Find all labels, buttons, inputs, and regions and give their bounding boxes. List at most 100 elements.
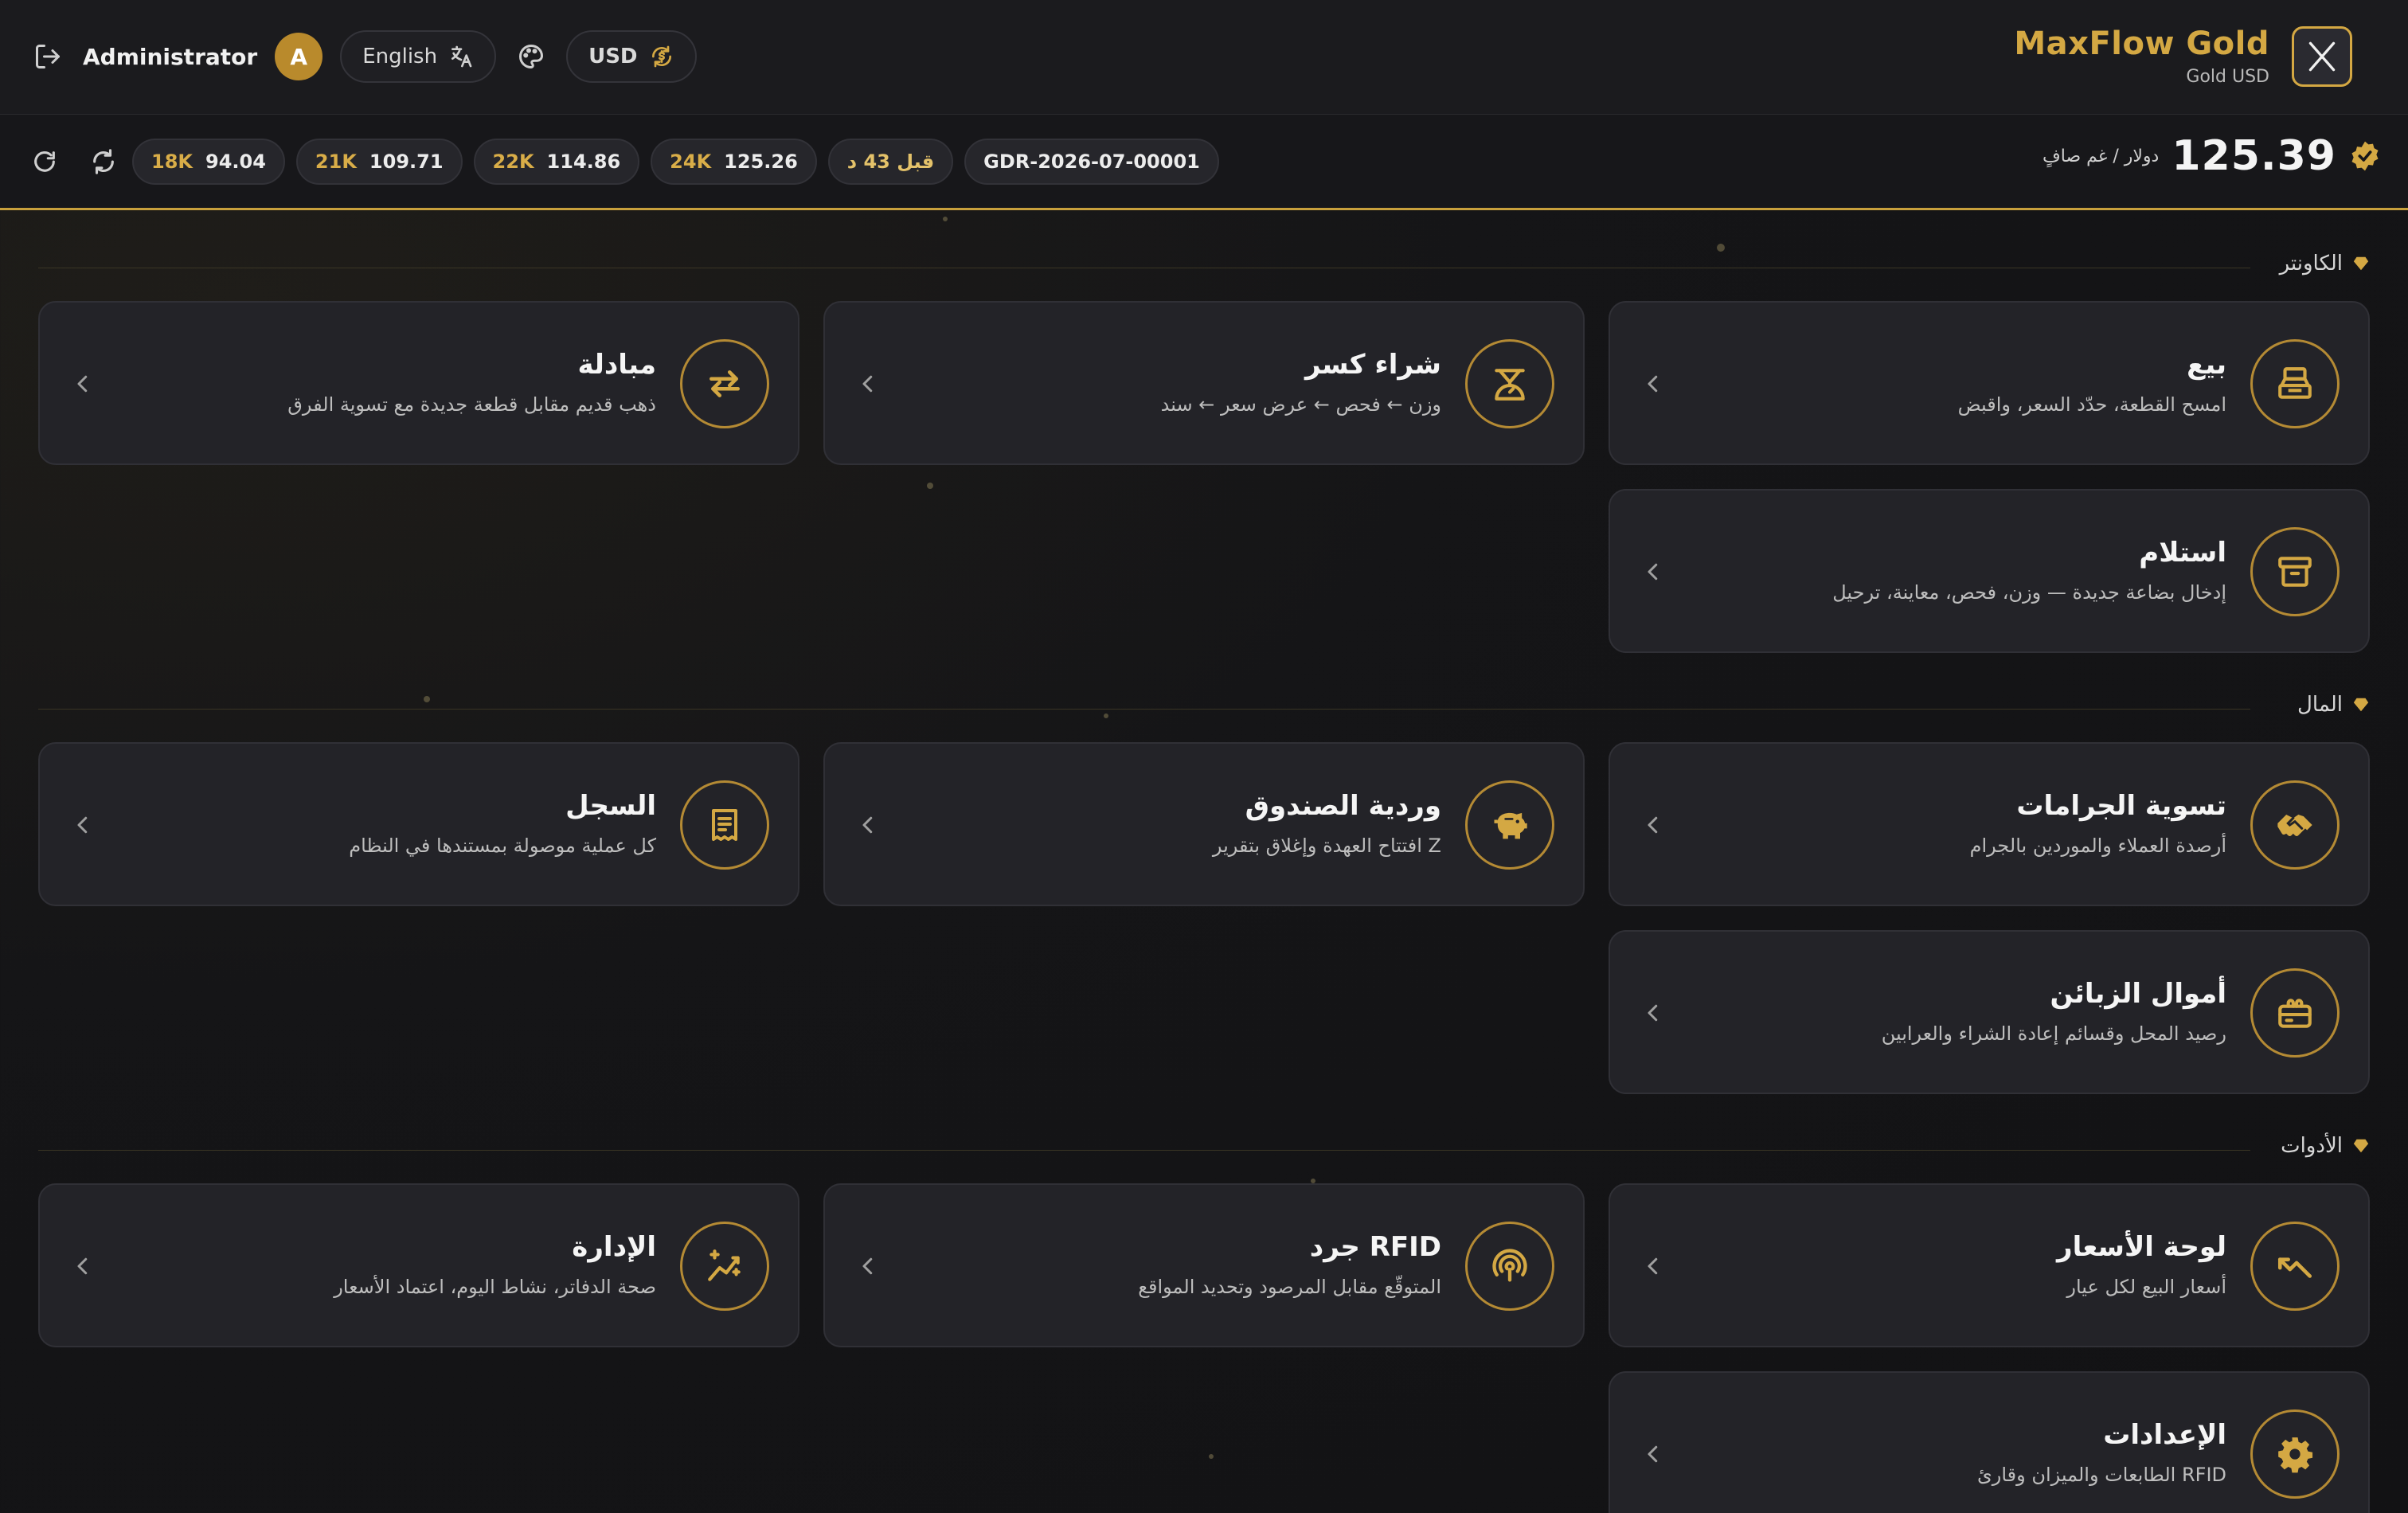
decorative-particle <box>1209 1454 1214 1459</box>
card-subtitle: أرصدة العملاء والموردين بالجرام <box>1969 835 2226 857</box>
refresh-button[interactable] <box>27 144 62 179</box>
rfid-signal-icon <box>1492 1249 1527 1282</box>
price-chips: 18K 94.04 21K 109.71 22K 114.86 24K 125.26 ق… <box>27 139 1219 185</box>
karat-chip-24k[interactable]: 24K 125.26 <box>651 139 817 185</box>
card-subtitle: ذهب قديم مقابل قطعة جديدة مع تسوية الفرق <box>287 393 656 416</box>
currency-label: USD <box>588 45 638 68</box>
card-settings[interactable]: الإعدادات الطابعات والميزان وقارئ RFID <box>1609 1371 2370 1513</box>
user-name: Administrator <box>83 43 258 70</box>
trend-icon <box>2277 1257 2312 1278</box>
decorative-particle <box>1717 244 1725 252</box>
card-title: بيع <box>2187 349 2226 381</box>
price-bar: 18K 94.04 21K 109.71 22K 114.86 24K 125.26 ق… <box>0 115 2408 210</box>
rate-id: GDR-2026-07-00001 <box>983 151 1200 173</box>
card-subtitle: الطابعات والميزان وقارئ RFID <box>1976 1464 2226 1486</box>
card-title: الإدارة <box>572 1231 656 1263</box>
karat-chip-22k[interactable]: 22K 114.86 <box>473 139 640 185</box>
karat-label: 24K <box>670 151 712 173</box>
card-cash-shift[interactable]: وردية الصندوق افتتاح العهدة وإغلاق بتقري… <box>823 742 1585 906</box>
karat-label: 22K <box>492 151 534 173</box>
rate-id-chip[interactable]: GDR-2026-07-00001 <box>964 139 1219 185</box>
chevron-left-icon <box>1648 563 1658 581</box>
gem-icon <box>2353 256 2369 271</box>
card-sell[interactable]: بيع امسح القطعة، حدّد السعر، واقبض <box>1609 301 2370 465</box>
card-title: مبادلة <box>577 349 656 381</box>
chevron-left-icon <box>1648 375 1658 393</box>
card-buy-scrap[interactable]: شراء كسر وزن ← فحص ← عرض سعر ← سند <box>823 301 1585 465</box>
chevron-left-icon <box>77 375 88 393</box>
karat-price: 114.86 <box>546 151 621 173</box>
card-title: أموال الزبائن <box>2050 978 2226 1010</box>
section-title: الأدوات <box>2281 1134 2343 1158</box>
x-logo-icon <box>2308 41 2336 71</box>
currency-button[interactable]: USD <box>566 30 697 83</box>
main-price: دولار / غم صافٍ 125.39 <box>2042 132 2381 180</box>
karat-chip-21k[interactable]: 21K 109.71 <box>295 139 463 185</box>
verified-badge-icon <box>2351 141 2379 171</box>
brand-logo[interactable] <box>2292 25 2352 87</box>
card-subtitle: وزن ← فحص ← عرض سعر ← سند <box>1160 393 1441 416</box>
karat-label: 18K <box>151 151 193 173</box>
updated-ago-chip: قبل 43 د <box>827 139 954 185</box>
chevron-left-icon <box>77 816 88 834</box>
card-title: جرد RFID <box>1309 1231 1441 1263</box>
piggy-bank-icon <box>1494 812 1527 839</box>
card-ledger[interactable]: السجل كل عملية موصولة بمستندها في النظام <box>38 742 799 906</box>
avatar[interactable]: A <box>275 33 323 80</box>
chevron-left-icon <box>862 375 873 393</box>
updated-ago: قبل 43 د <box>846 151 935 173</box>
card-grams-settlement[interactable]: تسوية الجرامات أرصدة العملاء والموردين ب… <box>1609 742 2370 906</box>
card-customer-funds[interactable]: أموال الزبائن رصيد المحل وقسائم إعادة ال… <box>1609 930 2370 1094</box>
card-subtitle: كل عملية موصولة بمستندها في النظام <box>349 835 656 857</box>
receipt-icon <box>712 809 737 841</box>
exchange-arrows-icon <box>710 370 740 397</box>
card-subtitle: رصيد المحل وقسائم إعادة الشراء والعرابين <box>1881 1022 2226 1045</box>
logout-icon <box>36 45 60 68</box>
card-exchange[interactable]: مبادلة ذهب قديم مقابل قطعة جديدة مع تسوي… <box>38 301 799 465</box>
karat-label: 21K <box>315 151 357 173</box>
card-subtitle: إدخال بضاعة جديدة — وزن، فحص، معاينة، تر… <box>1832 581 2226 604</box>
card-price-board[interactable]: لوحة الأسعار أسعار البيع لكل عيار <box>1609 1183 2370 1347</box>
scale-icon <box>1495 369 1525 401</box>
card-subtitle: المتوقّع مقابل المرصود وتحديد المواقع <box>1138 1276 1441 1298</box>
gem-icon <box>2353 698 2369 712</box>
sync-icon <box>93 149 114 174</box>
karat-chip-18k[interactable]: 18K 94.04 <box>132 139 285 185</box>
palette-icon <box>519 45 544 68</box>
brand-title: MaxFlow Gold <box>2014 25 2269 62</box>
card-receive[interactable]: استلام إدخال بضاعة جديدة — وزن، فحص، معا… <box>1609 489 2370 653</box>
refresh-icon <box>34 151 55 172</box>
section-tools-header: الأدوات <box>38 1134 2370 1166</box>
decorative-particle <box>943 217 948 221</box>
karat-price: 109.71 <box>369 151 444 173</box>
theme-button[interactable] <box>514 39 549 74</box>
chevron-left-icon <box>1648 1257 1658 1275</box>
top-bar: Administrator A English USD MaxFlow Gold… <box>0 0 2408 115</box>
card-title: تسوية الجرامات <box>2016 790 2226 822</box>
card-subtitle: صحة الدفاتر، نشاط اليوم، اعتماد الأسعار <box>334 1276 656 1298</box>
language-label: English <box>362 45 438 68</box>
card-title: السجل <box>565 790 656 822</box>
section-title: المال <box>2297 693 2343 717</box>
card-title: لوحة الأسعار <box>2057 1231 2226 1263</box>
chevron-left-icon <box>77 1257 88 1275</box>
karat-price: 94.04 <box>205 151 266 173</box>
chevron-left-icon <box>862 816 873 834</box>
logout-button[interactable] <box>30 39 65 74</box>
gem-icon <box>2353 1139 2369 1153</box>
chevron-left-icon <box>1648 1445 1658 1463</box>
chevron-left-icon <box>1648 816 1658 834</box>
card-rfid-count[interactable]: جرد RFID المتوقّع مقابل المرصود وتحديد ا… <box>823 1183 1585 1347</box>
card-subtitle: امسح القطعة، حدّد السعر، واقبض <box>1957 393 2226 416</box>
wallet-gift-icon <box>2278 999 2312 1028</box>
decorative-particle <box>927 483 933 489</box>
currency-switch-icon <box>651 45 671 68</box>
chevron-left-icon <box>862 1257 873 1275</box>
brand: MaxFlow Gold Gold USD <box>2014 25 2352 87</box>
card-management[interactable]: الإدارة صحة الدفاتر، نشاط اليوم، اعتماد … <box>38 1183 799 1347</box>
header-controls: Administrator A English USD <box>30 30 697 83</box>
section-money-header: المال <box>38 693 2370 725</box>
archive-box-icon <box>2278 557 2312 587</box>
language-button[interactable]: English <box>340 30 497 83</box>
sync-button[interactable] <box>86 144 121 179</box>
